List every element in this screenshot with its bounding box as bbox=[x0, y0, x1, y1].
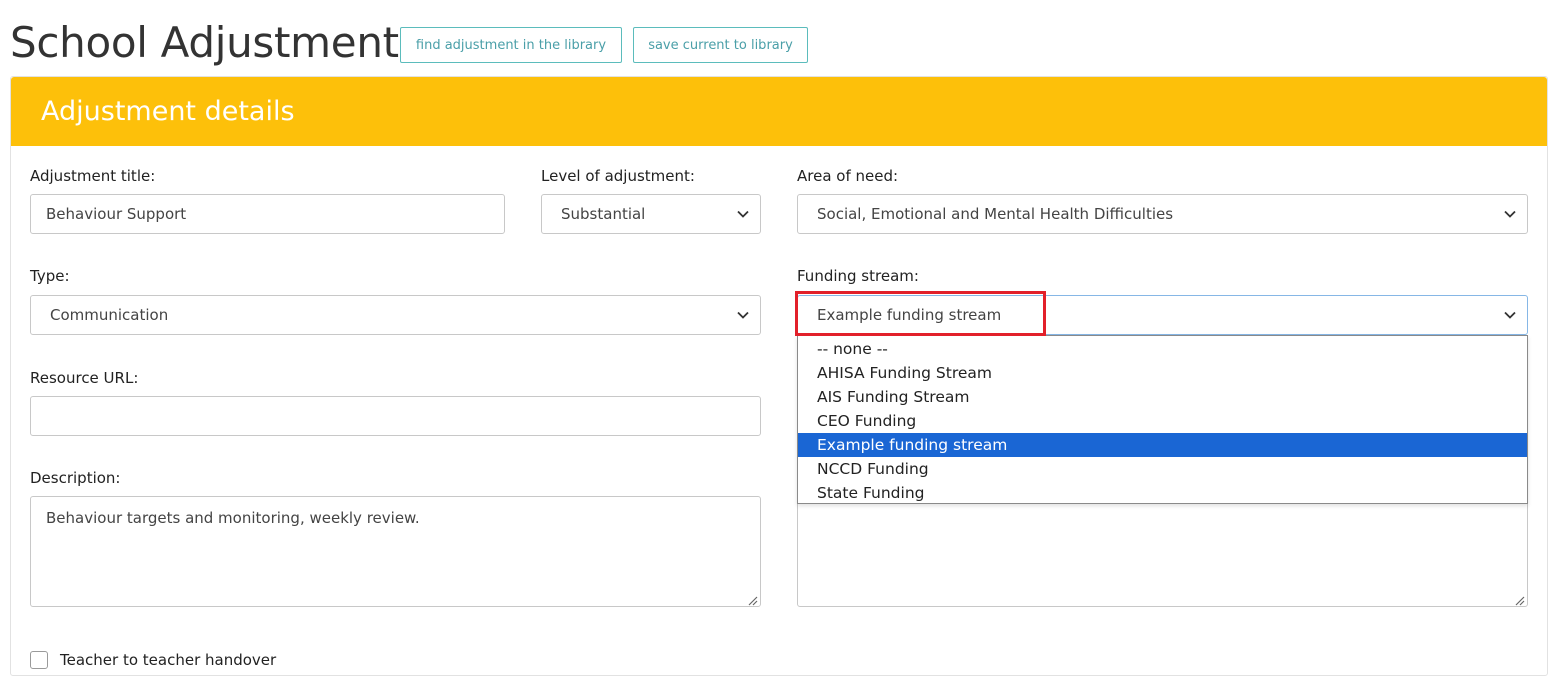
area-of-need-label: Area of need: bbox=[797, 167, 899, 185]
teacher-handover-checkbox[interactable] bbox=[30, 651, 48, 669]
panel-heading-title: Adjustment details bbox=[41, 96, 295, 127]
adjustment-title-value: Behaviour Support bbox=[46, 205, 187, 223]
adjustment-title-input[interactable]: Behaviour Support bbox=[30, 194, 505, 234]
funding-stream-label: Funding stream: bbox=[797, 267, 919, 285]
funding-stream-value: Example funding stream bbox=[817, 306, 1002, 324]
chevron-down-icon bbox=[736, 207, 750, 221]
notes-textarea[interactable] bbox=[797, 496, 1528, 607]
chevron-down-icon bbox=[1503, 308, 1517, 322]
level-of-adjustment-value: Substantial bbox=[561, 205, 646, 223]
funding-option[interactable]: CEO Funding bbox=[798, 409, 1527, 433]
area-of-need-value: Social, Emotional and Mental Health Diff… bbox=[817, 205, 1174, 223]
type-label: Type: bbox=[30, 267, 70, 285]
area-of-need-select[interactable]: Social, Emotional and Mental Health Diff… bbox=[797, 194, 1528, 234]
description-value: Behaviour targets and monitoring, weekly… bbox=[46, 509, 420, 527]
type-select[interactable]: Communication bbox=[30, 295, 761, 335]
save-to-library-button[interactable]: save current to library bbox=[633, 27, 808, 63]
description-label: Description: bbox=[30, 469, 121, 487]
funding-option[interactable]: AIS Funding Stream bbox=[798, 385, 1527, 409]
funding-stream-dropdown-list[interactable]: -- none -- AHISA Funding Stream AIS Fundin… bbox=[797, 335, 1528, 504]
resource-url-input[interactable] bbox=[30, 396, 761, 436]
chevron-down-icon bbox=[1503, 207, 1517, 221]
resize-grip-icon[interactable] bbox=[746, 592, 758, 606]
find-adjustment-library-button[interactable]: find adjustment in the library bbox=[400, 27, 622, 63]
level-of-adjustment-label: Level of adjustment: bbox=[541, 167, 695, 185]
funding-option[interactable]: State Funding bbox=[798, 481, 1527, 505]
resource-url-label: Resource URL: bbox=[30, 369, 139, 387]
funding-option[interactable]: AHISA Funding Stream bbox=[798, 361, 1527, 385]
chevron-down-icon bbox=[736, 308, 750, 322]
funding-option[interactable]: -- none -- bbox=[798, 337, 1527, 361]
page-title: School Adjustment bbox=[10, 17, 399, 67]
funding-option[interactable]: Example funding stream bbox=[798, 433, 1527, 457]
adjustment-title-label: Adjustment title: bbox=[30, 167, 156, 185]
teacher-handover-label: Teacher to teacher handover bbox=[60, 651, 277, 669]
funding-option[interactable]: NCCD Funding bbox=[798, 457, 1527, 481]
funding-stream-select[interactable]: Example funding stream bbox=[797, 295, 1528, 335]
panel-heading: Adjustment details bbox=[11, 77, 1547, 146]
level-of-adjustment-select[interactable]: Substantial bbox=[541, 194, 761, 234]
type-value: Communication bbox=[50, 306, 169, 324]
page-header: School Adjustment bbox=[10, 14, 399, 70]
description-textarea[interactable]: Behaviour targets and monitoring, weekly… bbox=[30, 496, 761, 607]
resize-grip-icon[interactable] bbox=[1513, 592, 1525, 606]
